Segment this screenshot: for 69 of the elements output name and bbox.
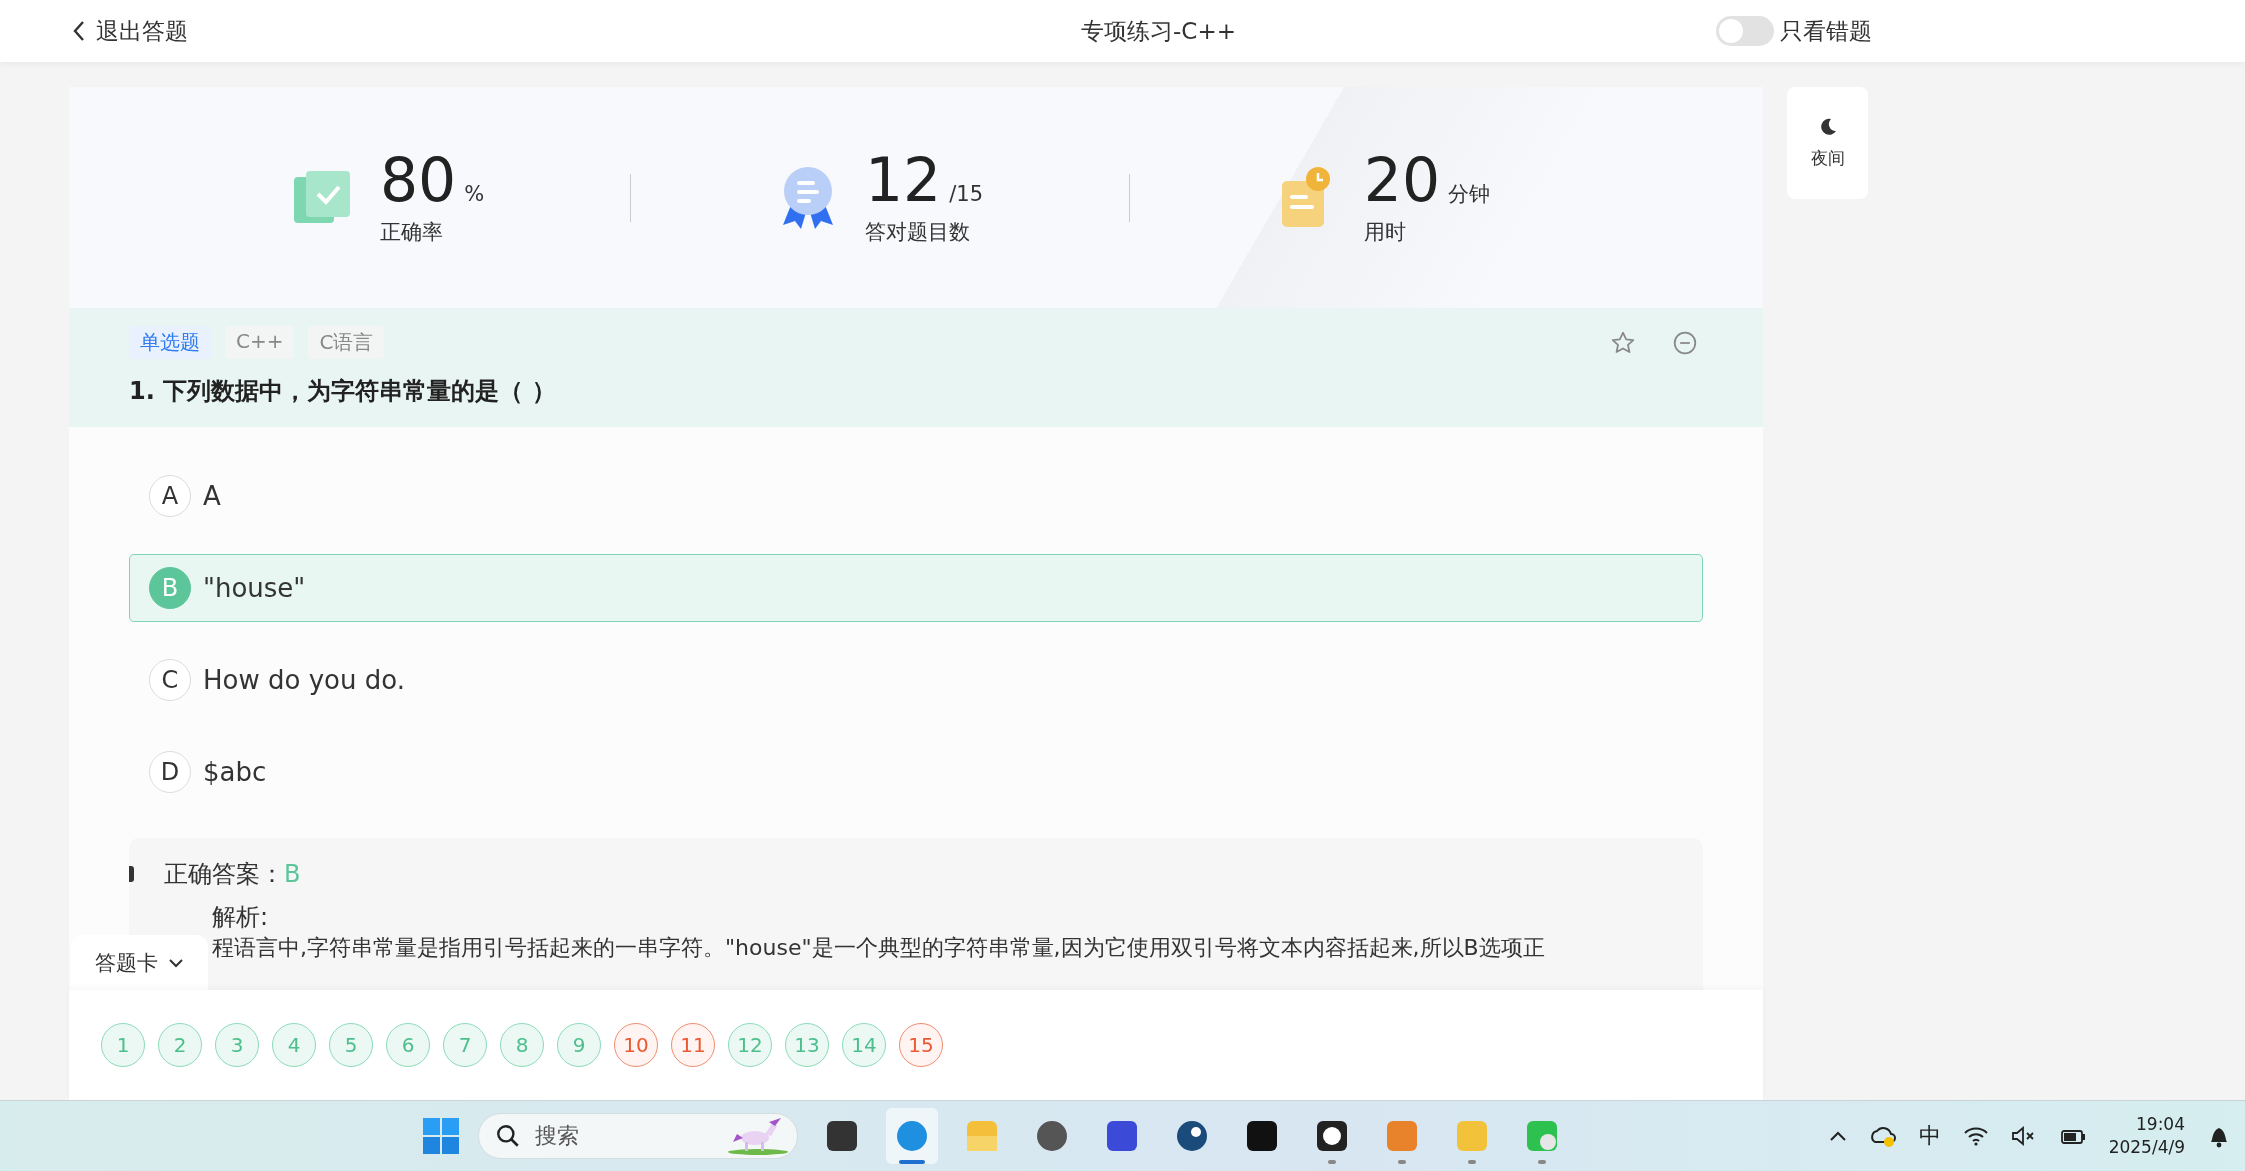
question-number[interactable]: 5 xyxy=(329,1023,373,1067)
stat-value: 12 xyxy=(864,149,942,210)
option-text: "house" xyxy=(203,573,306,603)
analysis-label: 解析: xyxy=(212,902,270,932)
clock[interactable]: 19:04 2025/4/9 xyxy=(2108,1113,2185,1159)
taskbar-app-icon[interactable] xyxy=(824,1118,860,1154)
question-title: 1. 下列数据中，为字符串常量的是（ ） xyxy=(129,376,557,407)
stat-unit: 分钟 xyxy=(1448,180,1491,208)
unicorn-drawing xyxy=(725,1116,791,1156)
answer-option[interactable]: D $abc xyxy=(129,738,1703,806)
answer-value: B xyxy=(284,860,301,889)
question-number[interactable]: 15 xyxy=(899,1023,943,1067)
night-mode-button[interactable]: 夜间 xyxy=(1787,87,1868,199)
answer-option[interactable]: B "house" xyxy=(129,554,1703,622)
speaker-muted-icon[interactable] xyxy=(2010,1125,2037,1147)
search-field[interactable]: 搜索 xyxy=(478,1113,798,1159)
chevron-up-icon[interactable] xyxy=(1828,1130,1847,1142)
question-number[interactable]: 8 xyxy=(500,1023,544,1067)
answer-label: 正确答案： xyxy=(164,860,284,889)
windows-icon[interactable] xyxy=(422,1117,460,1155)
stat-value: 20 xyxy=(1363,149,1441,210)
search-icon xyxy=(495,1123,521,1149)
toggle-switch[interactable] xyxy=(1715,16,1774,46)
star-icon[interactable] xyxy=(1610,329,1636,356)
question-number[interactable]: 4 xyxy=(272,1023,316,1067)
taskbar-app-icon[interactable] xyxy=(1034,1118,1070,1154)
taskbar-app-icon[interactable] xyxy=(1174,1118,1210,1154)
option-text: $abc xyxy=(203,757,267,787)
taskbar-app-icon[interactable] xyxy=(1314,1118,1350,1154)
option-letter: C xyxy=(149,659,191,701)
option-letter: A xyxy=(149,475,191,517)
chevron-down-icon xyxy=(168,958,184,968)
input-method[interactable]: 中 xyxy=(1918,1121,1941,1151)
minus-circle-icon[interactable] xyxy=(1672,329,1698,356)
tag: 单选题 xyxy=(129,326,211,359)
chevron-left-icon xyxy=(72,20,86,42)
stat-unit: % xyxy=(464,181,485,206)
back-button[interactable]: 退出答题 xyxy=(72,15,188,47)
question-number[interactable]: 14 xyxy=(842,1023,886,1067)
question-number[interactable]: 2 xyxy=(158,1023,202,1067)
toggle-label: 只看错题 xyxy=(1779,16,1872,46)
question-number[interactable]: 12 xyxy=(728,1023,772,1067)
marker-bar xyxy=(129,866,134,883)
option-text: How do you do. xyxy=(203,665,405,695)
stat-label: 答对题目数 xyxy=(864,218,971,246)
taskbar-app-icon[interactable] xyxy=(1244,1118,1280,1154)
option-text: A xyxy=(203,481,221,511)
question-number[interactable]: 1 xyxy=(101,1023,145,1067)
answer-option[interactable]: C How do you do. xyxy=(129,646,1703,714)
page-title: 专项练习-C++ xyxy=(1081,16,1236,46)
question-number[interactable]: 3 xyxy=(215,1023,259,1067)
question-number[interactable]: 9 xyxy=(557,1023,601,1067)
tag: C++ xyxy=(225,326,295,359)
question-number[interactable]: 13 xyxy=(785,1023,829,1067)
question-number[interactable]: 7 xyxy=(443,1023,487,1067)
stat-unit: /15 xyxy=(949,181,984,206)
stat-label: 正确率 xyxy=(379,218,444,246)
question-number[interactable]: 11 xyxy=(671,1023,715,1067)
cloud-warning-icon[interactable] xyxy=(1868,1124,1897,1148)
question-number[interactable]: 10 xyxy=(614,1023,658,1067)
stat-label: 用时 xyxy=(1363,218,1407,246)
wifi-icon[interactable] xyxy=(1962,1125,1989,1147)
tag: C语言 xyxy=(308,326,385,359)
question-number[interactable]: 6 xyxy=(386,1023,430,1067)
answer-option[interactable]: A A xyxy=(129,462,1703,530)
option-letter: B xyxy=(149,567,191,609)
option-letter: D xyxy=(149,751,191,793)
stat-value: 80 xyxy=(379,149,457,210)
analysis-text: 程语言中,字符串常量是指用引号括起来的一串字符。"house"是一个典型的字符串常量,因为它使用双引号将文本内容括起来,所以B选项正 xyxy=(212,933,1546,962)
